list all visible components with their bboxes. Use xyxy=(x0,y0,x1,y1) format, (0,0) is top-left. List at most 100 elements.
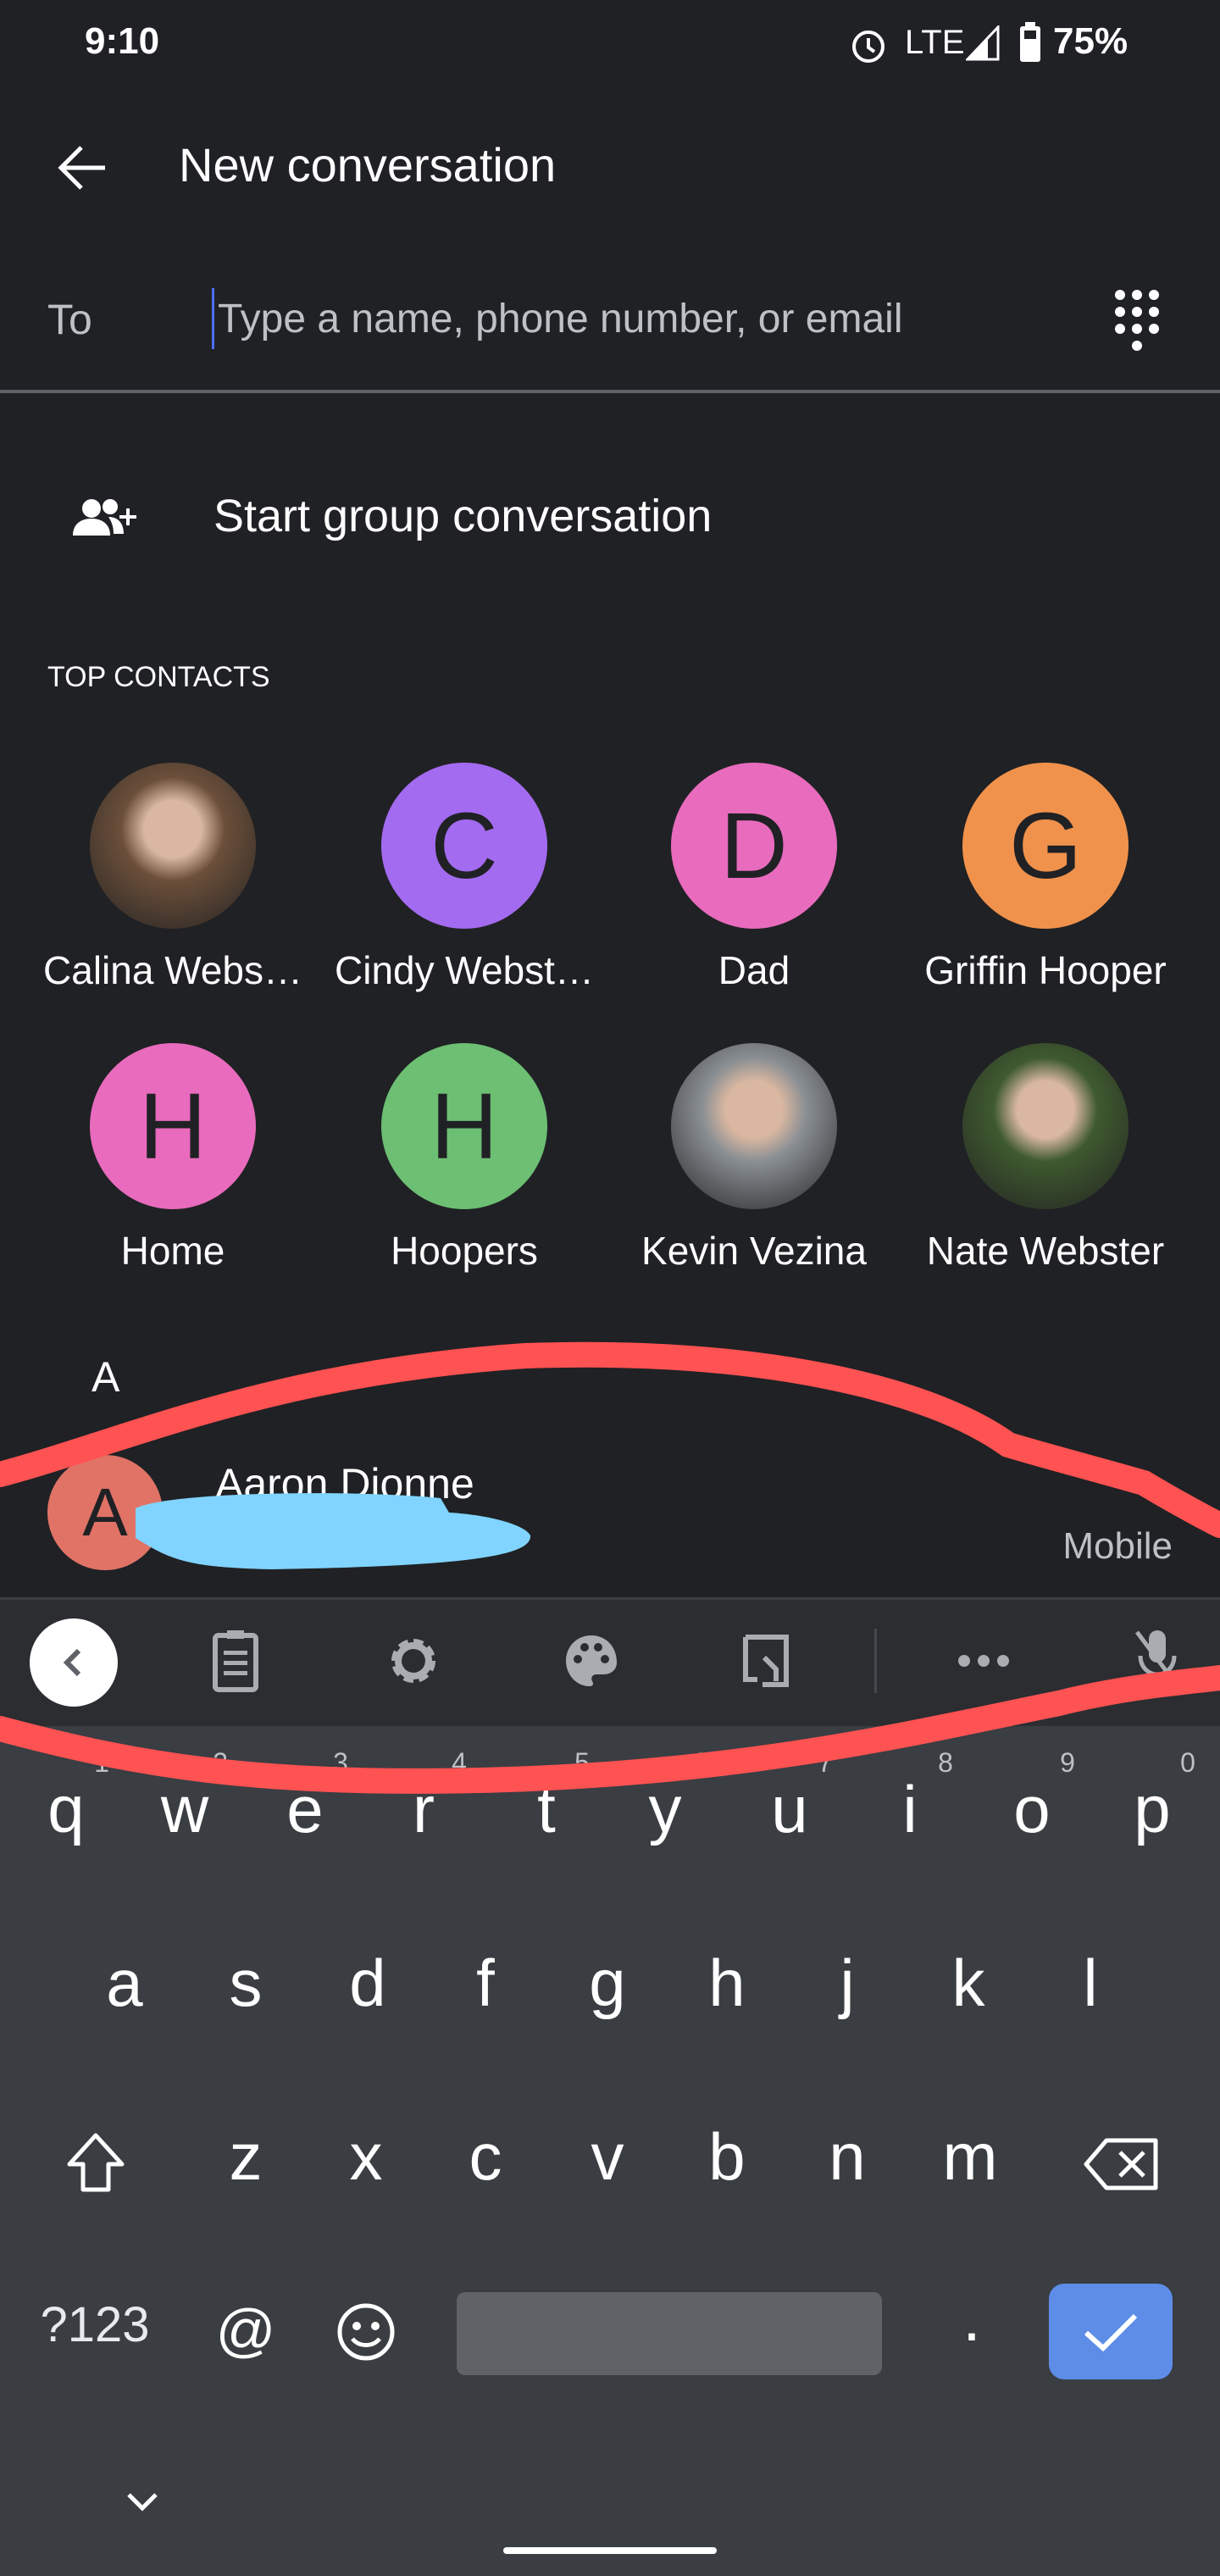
letter-key[interactable]: g xyxy=(589,1945,625,2022)
contact-name: Dad xyxy=(718,948,790,992)
letter-key[interactable]: u xyxy=(771,1771,807,1848)
avatar: C xyxy=(381,763,547,929)
enter-key[interactable] xyxy=(1049,2284,1173,2379)
dialpad-icon[interactable] xyxy=(1112,286,1162,354)
divider xyxy=(0,390,1220,393)
contact-name: Home xyxy=(120,1229,225,1273)
number-hint: 2 xyxy=(213,1747,228,1778)
top-contact[interactable]: G Griffin Hooper xyxy=(906,763,1185,993)
letter-key[interactable]: a xyxy=(106,1945,142,2022)
top-contact[interactable]: D Dad xyxy=(614,763,894,993)
letter-key[interactable]: p xyxy=(1134,1771,1170,1848)
avatar: H xyxy=(90,1043,256,1209)
contact-name: Kevin Vezina xyxy=(641,1229,867,1273)
alarm-icon xyxy=(852,31,884,63)
group-label: Start group conversation xyxy=(214,491,713,541)
number-type: Mobile xyxy=(1062,1525,1173,1567)
number-hint: 7 xyxy=(818,1747,833,1778)
page-title: New conversation xyxy=(179,138,557,192)
contact-name: Hoopers xyxy=(391,1229,538,1273)
check-icon xyxy=(1084,2313,1138,2351)
section-letter: A xyxy=(92,1353,120,1401)
period-key[interactable]: . xyxy=(962,2279,981,2357)
top-contact[interactable]: Calina Webs… xyxy=(33,763,313,993)
letter-key[interactable]: d xyxy=(349,1945,385,2022)
top-contact[interactable]: H Home xyxy=(33,1043,313,1274)
letter-key[interactable]: s xyxy=(230,1945,263,2022)
letter-key[interactable]: h xyxy=(708,1945,745,2022)
avatar xyxy=(671,1043,837,1209)
number-hint: 9 xyxy=(1060,1747,1075,1778)
number-hint: 3 xyxy=(333,1747,348,1778)
letter-key[interactable]: l xyxy=(1083,1945,1097,2022)
recipient-input[interactable] xyxy=(212,288,1059,349)
letter-key[interactable]: o xyxy=(1013,1771,1050,1848)
avatar: G xyxy=(962,763,1128,929)
letter-key[interactable]: j xyxy=(840,1945,854,2022)
battery-percent: 75% xyxy=(1053,20,1128,62)
letter-key[interactable]: w xyxy=(161,1771,208,1848)
shift-icon[interactable] xyxy=(66,2132,125,2193)
contact-name: Griffin Hooper xyxy=(924,948,1167,992)
palette-icon[interactable] xyxy=(563,1632,620,1690)
backspace-icon[interactable] xyxy=(1083,2137,1161,2191)
group-add-icon xyxy=(73,499,136,536)
chevron-down-icon[interactable] xyxy=(124,2488,161,2513)
letter-key[interactable]: z xyxy=(230,2118,263,2196)
avatar: A xyxy=(47,1455,163,1570)
arrow-left-icon[interactable] xyxy=(56,141,110,195)
letter-key[interactable]: t xyxy=(537,1771,556,1848)
network-type: LTE xyxy=(905,24,965,61)
letter-key[interactable]: y xyxy=(649,1771,682,1848)
avatar: H xyxy=(381,1043,547,1209)
top-contact[interactable]: C Cindy Webst… xyxy=(324,763,604,993)
top-contact[interactable]: H Hoopers xyxy=(324,1043,604,1274)
letter-key[interactable]: r xyxy=(413,1771,435,1848)
letter-key[interactable]: f xyxy=(476,1945,495,2022)
letter-key[interactable]: v xyxy=(591,2118,624,2196)
letter-key[interactable]: k xyxy=(952,1945,985,2022)
top-contact[interactable]: Nate Webster xyxy=(906,1043,1185,1274)
number-hint: 4 xyxy=(452,1747,467,1778)
one-handed-mode-icon[interactable] xyxy=(740,1632,791,1690)
number-hint: 6 xyxy=(693,1747,708,1778)
letter-key[interactable]: x xyxy=(350,2118,383,2196)
number-hint: 8 xyxy=(938,1747,953,1778)
to-label: To xyxy=(47,296,92,343)
contact-name: Aaron Dionne xyxy=(215,1460,474,1507)
symbols-key[interactable]: ?123 xyxy=(40,2296,149,2353)
letter-key[interactable]: n xyxy=(829,2118,865,2196)
status-time: 9:10 xyxy=(85,20,160,62)
letter-key[interactable]: i xyxy=(902,1771,917,1848)
start-group-conversation-button[interactable]: Start group conversation xyxy=(0,458,1220,576)
avatar xyxy=(962,1043,1128,1209)
letter-key[interactable]: m xyxy=(943,2118,998,2196)
home-indicator[interactable] xyxy=(503,2547,717,2554)
letter-key[interactable]: q xyxy=(47,1771,84,1848)
mic-off-icon[interactable] xyxy=(1132,1627,1183,1693)
number-hint: 0 xyxy=(1180,1747,1195,1778)
top-contact[interactable]: Kevin Vezina xyxy=(614,1043,894,1274)
toolbar-collapse-button[interactable] xyxy=(30,1618,118,1707)
chevron-left-icon xyxy=(63,1648,81,1677)
contact-name: Nate Webster xyxy=(926,1229,1165,1273)
letter-key[interactable]: b xyxy=(708,2118,745,2196)
clipboard-icon[interactable] xyxy=(212,1629,259,1693)
more-icon[interactable] xyxy=(956,1651,1012,1671)
settings-icon[interactable] xyxy=(385,1632,442,1690)
emoji-icon[interactable] xyxy=(336,2301,396,2362)
space-key[interactable] xyxy=(457,2292,882,2375)
signal-icon xyxy=(966,25,1000,61)
number-hint: 5 xyxy=(574,1747,590,1778)
toolbar-divider xyxy=(874,1629,877,1693)
avatar xyxy=(90,763,256,929)
at-key[interactable]: @ xyxy=(215,2296,275,2364)
letter-key[interactable]: e xyxy=(286,1771,323,1848)
letter-key[interactable]: c xyxy=(469,2118,502,2196)
battery-icon xyxy=(1020,22,1040,62)
contact-row[interactable]: A Aaron Dionne Mobile xyxy=(0,1441,1220,1585)
top-contacts-heading: TOP CONTACTS xyxy=(47,661,270,693)
avatar: D xyxy=(671,763,837,929)
contact-name: Cindy Webst… xyxy=(335,948,594,992)
number-hint: 1 xyxy=(94,1747,109,1778)
